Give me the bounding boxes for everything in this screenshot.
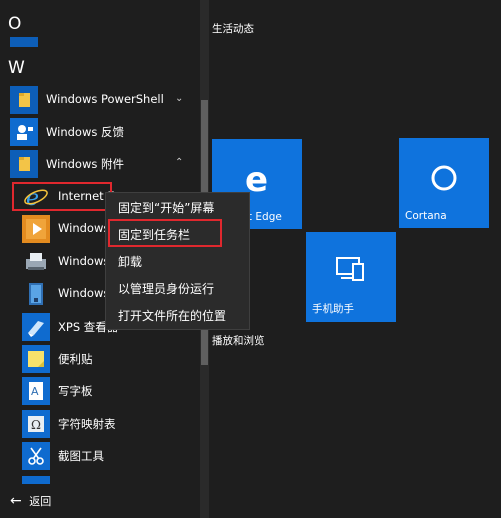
app-item-feedback[interactable]: Windows 反馈: [0, 116, 200, 148]
highlight-ie: [12, 182, 112, 211]
fax-scan-icon: [22, 248, 50, 276]
wordpad-icon: A: [22, 377, 50, 405]
sticky-notes-icon: [22, 345, 50, 373]
app-label: 写字板: [58, 384, 93, 398]
app-label: Windows: [58, 254, 110, 268]
app-label: Windows: [58, 286, 110, 300]
app-label: Windows 反馈: [46, 125, 124, 139]
highlight-pin-to-taskbar: [108, 219, 222, 247]
tile-cortana[interactable]: Cortana: [399, 138, 489, 228]
folder-icon: [10, 86, 38, 114]
back-button[interactable]: ← 返回: [10, 493, 51, 509]
app-item-character-map[interactable]: Ω 字符映射表: [0, 408, 200, 440]
phone-companion-icon: [336, 257, 364, 281]
cortana-icon: [431, 165, 457, 191]
character-map-icon: Ω: [22, 410, 50, 438]
partial-tile: [22, 476, 50, 484]
tile-label: Cortana: [405, 210, 447, 222]
menu-item-label: 卸载: [118, 255, 143, 269]
menu-item-uninstall[interactable]: 卸载: [106, 247, 249, 275]
app-label: Windows: [58, 221, 110, 235]
app-label: 截图工具: [58, 449, 104, 463]
app-item-snipping-tool[interactable]: 截图工具: [0, 440, 200, 472]
journal-icon: [22, 280, 50, 308]
app-label: Windows 附件: [46, 157, 124, 171]
snipping-tool-icon: [22, 442, 50, 470]
feedback-icon: [10, 118, 38, 146]
menu-item-pin-to-start[interactable]: 固定到“开始”屏幕: [106, 193, 249, 221]
app-item-accessories[interactable]: Windows 附件 ⌃: [0, 148, 200, 180]
group-title-life[interactable]: 生活动态: [212, 21, 254, 36]
menu-item-label: 固定到“开始”屏幕: [118, 201, 215, 215]
svg-text:Ω: Ω: [31, 418, 41, 432]
back-arrow-icon: ←: [10, 493, 22, 509]
letter-header-w[interactable]: W: [8, 58, 25, 78]
xps-viewer-icon: [22, 313, 50, 341]
tile-label: 手机助手: [312, 303, 354, 315]
group-title-play[interactable]: 播放和浏览: [212, 333, 265, 348]
app-item-sticky-notes[interactable]: 便利贴: [0, 343, 200, 375]
menu-item-label: 以管理员身份运行: [118, 282, 215, 296]
context-menu: 固定到“开始”屏幕 固定到任务栏 卸载 以管理员身份运行 打开文件所在的位置: [105, 192, 250, 330]
app-label: Windows PowerShell: [46, 92, 164, 106]
tile-phone-companion[interactable]: 手机助手: [306, 232, 396, 322]
letter-header-o[interactable]: O: [8, 14, 21, 34]
menu-item-label: 打开文件所在的位置: [118, 309, 227, 323]
partial-tile: [10, 37, 38, 47]
chevron-up-icon[interactable]: ⌃: [175, 157, 183, 168]
chevron-down-icon[interactable]: ⌄: [175, 93, 183, 104]
menu-item-open-file-location[interactable]: 打开文件所在的位置: [106, 301, 249, 329]
back-label: 返回: [29, 495, 52, 508]
app-item-wordpad[interactable]: A 写字板: [0, 375, 200, 407]
app-label: 便利贴: [58, 352, 93, 366]
menu-item-run-as-admin[interactable]: 以管理员身份运行: [106, 274, 249, 302]
app-label: 字符映射表: [58, 417, 116, 431]
media-player-icon: [22, 215, 50, 243]
app-item-powershell[interactable]: Windows PowerShell ⌄: [0, 84, 200, 116]
folder-icon: [10, 150, 38, 178]
svg-text:A: A: [31, 385, 39, 398]
